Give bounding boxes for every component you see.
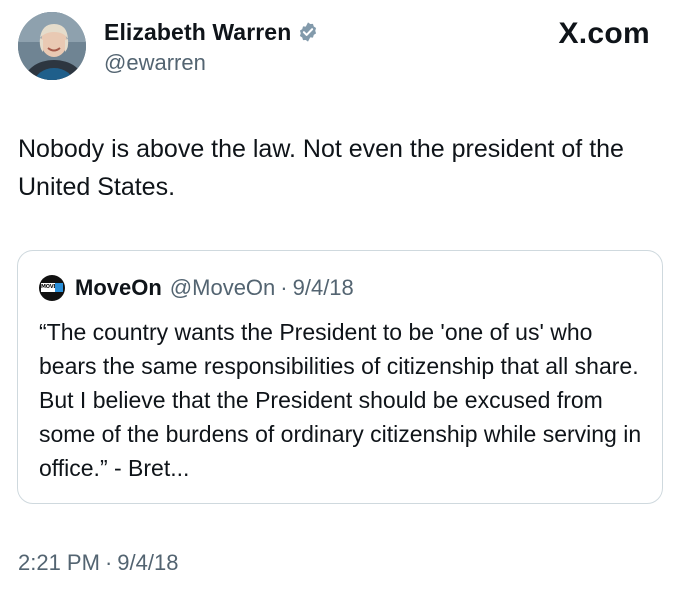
verified-badge-icon[interactable] <box>297 21 319 43</box>
timestamp-date: 9/4/18 <box>117 550 179 575</box>
quoted-tweet-text: “The country wants the President to be '… <box>39 319 642 481</box>
tweet-timestamp[interactable]: 2:21 PM · 9/4/18 <box>18 550 178 576</box>
author-names: Elizabeth Warren @ewarren <box>104 17 319 76</box>
timestamp-separator: · <box>104 550 113 575</box>
quoted-tweet-date[interactable]: 9/4/18 <box>293 275 354 301</box>
quoted-author-name[interactable]: MoveOn <box>75 275 162 301</box>
moveon-logo-accent <box>55 283 63 292</box>
avatar-photo <box>18 12 86 80</box>
quoted-tweet-header: MOVE MoveOn @MoveOn · 9/4/18 <box>39 275 354 301</box>
author-handle[interactable]: @ewarren <box>104 50 319 76</box>
timestamp-time: 2:21 PM <box>18 550 100 575</box>
quoted-separator: · <box>280 275 288 300</box>
tweet-text: Nobody is above the law. Not even the pr… <box>18 135 624 201</box>
tweet-author-header: Elizabeth Warren @ewarren <box>18 12 319 80</box>
verified-badge-shape <box>300 22 317 42</box>
brand-label: X.com <box>558 17 650 50</box>
quoted-author-handle[interactable]: @MoveOn <box>170 275 275 301</box>
author-avatar[interactable] <box>18 12 86 80</box>
author-display-name[interactable]: Elizabeth Warren <box>104 19 291 46</box>
display-name-row: Elizabeth Warren <box>104 19 319 46</box>
moveon-logo-text: MOVE <box>41 283 57 292</box>
quoted-tweet-card[interactable]: MOVE MoveOn @MoveOn · 9/4/18 “The countr… <box>17 250 663 504</box>
moveon-logo-icon[interactable]: MOVE <box>39 275 65 301</box>
